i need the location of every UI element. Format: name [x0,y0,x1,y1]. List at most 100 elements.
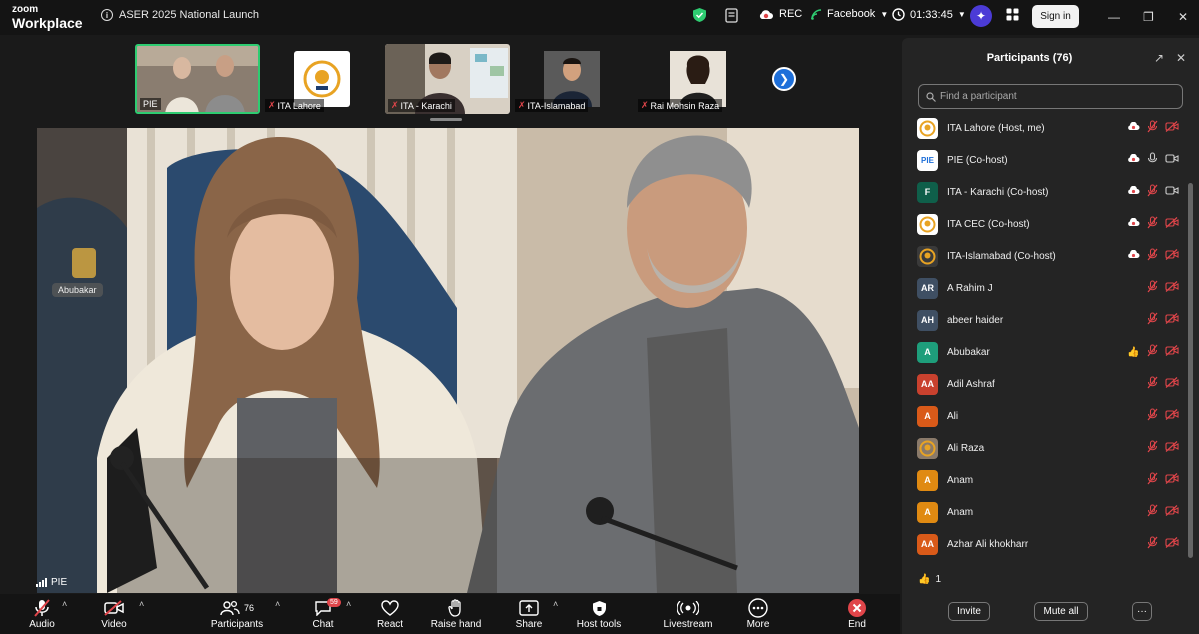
raise-hand-button[interactable]: Raise hand [421,597,491,630]
reaction-summary: 👍 1 [918,574,941,585]
meeting-timer[interactable]: 01:33:45 ▼ [892,8,966,21]
avatar [917,245,938,267]
mic-muted-icon[interactable] [1147,312,1158,328]
participant-row[interactable]: AH abeer haider [902,304,1199,336]
avatar: A [917,469,938,491]
reaction-count: 1 [935,574,942,585]
ai-companion-icon[interactable]: ✦ [970,5,992,27]
avatar: PIE [917,149,938,171]
meeting-title[interactable]: i ASER 2025 National Launch [101,9,259,21]
participant-row[interactable]: AA Adil Ashraf [902,368,1199,400]
scrollbar[interactable] [1188,183,1193,558]
participants-options-caret[interactable]: ˄ [275,599,280,609]
video-off-icon[interactable] [1165,249,1179,263]
livestream-button[interactable]: Livestream [653,597,723,630]
livestream-status[interactable]: Facebook ▼ [811,8,888,20]
thumbnail-ita-karachi[interactable]: ✗ ITA - Karachi [385,44,510,114]
participant-row[interactable]: ITA-Islamabad (Co-host) [902,240,1199,272]
video-off-icon[interactable] [1165,473,1179,487]
close-icon[interactable]: ✕ [1178,10,1188,24]
mic-muted-icon[interactable] [1147,472,1158,488]
mic-muted-icon[interactable] [1147,344,1158,360]
video-icon[interactable] [1165,185,1179,199]
thumbnail-rai-mohsin-raza[interactable]: ✗ Rai Mohsin Raza [635,44,760,114]
cloud-recording[interactable]: REC [758,8,802,20]
video-off-icon[interactable] [1165,377,1179,391]
host-tools-button[interactable]: Host tools [564,597,634,630]
avatar: A [917,341,938,363]
participant-name: Ali [947,410,959,422]
participant-row[interactable]: A Abubakar 👍 [902,336,1199,368]
participant-row[interactable]: A Anam [902,464,1199,496]
livestream-icon [677,597,699,619]
notes-icon[interactable] [725,8,738,23]
video-off-icon[interactable] [1165,409,1179,423]
participant-row[interactable]: A Ali [902,400,1199,432]
video-off-icon[interactable] [1165,313,1179,327]
participant-row[interactable]: A Anam [902,496,1199,528]
video-off-icon[interactable] [1165,281,1179,295]
video-off-icon[interactable] [1165,505,1179,519]
video-options-caret[interactable]: ˄ [139,599,144,609]
participant-row[interactable]: Ali Raza [902,432,1199,464]
mute-all-button[interactable]: Mute all [1034,602,1088,621]
mic-muted-icon[interactable] [1147,216,1158,232]
react-button[interactable]: React [355,597,425,630]
participant-row[interactable]: PIE PIE (Co-host) [902,144,1199,176]
avatar: A [917,501,938,523]
end-button[interactable]: End [822,597,892,630]
thumbnail-ita-islamabad[interactable]: ✗ ITA-Islamabad [512,44,632,114]
more-button[interactable]: More [723,597,793,630]
maximize-icon[interactable]: ❐ [1143,10,1154,24]
video-label: Video [101,619,127,630]
shield-icon [592,597,607,619]
thumbnail-ita-lahore[interactable]: ✗ ITA Lahore [262,44,382,114]
pop-out-icon[interactable]: ↗ [1154,51,1164,65]
video-off-icon[interactable] [1165,217,1179,231]
mic-muted-icon[interactable] [1147,120,1158,136]
video-off-icon[interactable] [1165,441,1179,455]
search-input[interactable]: Find a participant [918,84,1183,109]
participant-row[interactable]: ITA Lahore (Host, me) [902,112,1199,144]
video-off-icon[interactable] [1165,121,1179,135]
video-off-icon[interactable] [1165,537,1179,551]
timer-value: 01:33:45 [910,8,953,21]
close-icon[interactable]: ✕ [1176,51,1186,65]
participant-row[interactable]: ITA CEC (Co-host) [902,208,1199,240]
mic-muted-icon[interactable] [1147,536,1158,552]
minimize-icon[interactable]: — [1108,10,1120,24]
participant-row[interactable]: AA Azhar Ali khokharr [902,528,1199,560]
mic-muted-icon[interactable] [1147,280,1158,296]
info-icon[interactable]: i [101,9,113,21]
apps-icon[interactable] [1006,8,1019,21]
sign-in-button[interactable]: Sign in [1032,5,1079,28]
next-page-button[interactable]: ❯ [772,67,796,91]
mic-muted-icon[interactable] [1147,248,1158,264]
audio-options-caret[interactable]: ˄ [62,599,67,609]
chat-options-caret[interactable]: ˄ [346,599,351,609]
participant-row[interactable]: AR A Rahim J [902,272,1199,304]
invite-button[interactable]: Invite [948,602,990,621]
main-video[interactable] [37,128,859,593]
more-icon [748,597,768,619]
participant-name: ITA Lahore (Host, me) [947,122,1045,134]
strip-drag-handle[interactable] [430,118,462,121]
thumbnail-pie[interactable]: PIE [135,44,260,114]
participant-name: A Rahim J [947,282,993,294]
panel-more-button[interactable]: ··· [1132,602,1152,621]
speaker-name: PIE [51,577,68,588]
share-options-caret[interactable]: ˄ [553,599,558,609]
mic-muted-icon[interactable] [1147,440,1158,456]
brand-top: zoom [12,4,39,15]
participants-icon: 76 [220,597,254,619]
mic-muted-icon[interactable] [1147,376,1158,392]
mic-muted-icon[interactable] [1147,408,1158,424]
video-off-icon[interactable] [1165,345,1179,359]
mic-muted-icon[interactable] [1147,504,1158,520]
shield-icon[interactable] [693,8,706,22]
participants-button[interactable]: 76 Participants [202,597,272,630]
participant-row[interactable]: F ITA - Karachi (Co-host) [902,176,1199,208]
mic-muted-icon[interactable] [1147,184,1158,200]
video-icon[interactable] [1165,153,1179,167]
mic-icon[interactable] [1147,152,1158,168]
